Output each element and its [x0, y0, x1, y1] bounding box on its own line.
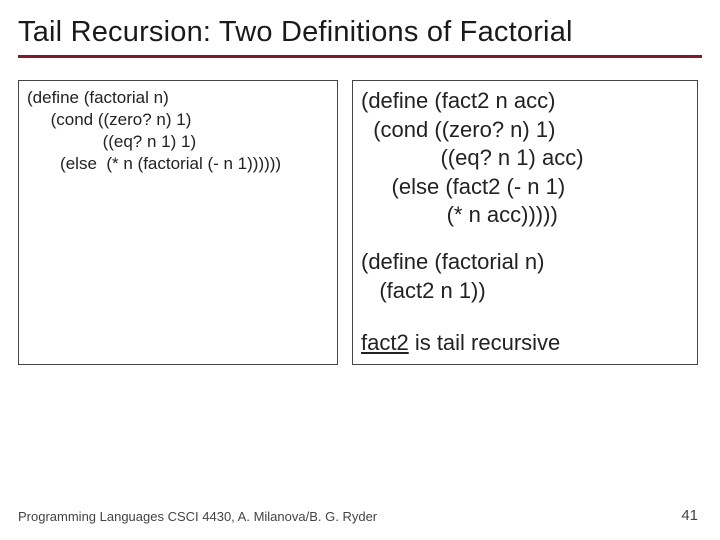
tail-note-underlined: fact2: [361, 330, 409, 355]
footer-page-number: 41: [681, 507, 698, 524]
right-code-fact2: (define (fact2 n acc) (cond ((zero? n) 1…: [361, 87, 689, 230]
left-code-box: (define (factorial n) (cond ((zero? n) 1…: [18, 80, 338, 365]
footer-course: Programming Languages CSCI 4430, A. Mila…: [18, 509, 377, 524]
slide-title: Tail Recursion: Two Definitions of Facto…: [18, 10, 702, 58]
slide: Tail Recursion: Two Definitions of Facto…: [0, 0, 720, 540]
tail-note: fact2 is tail recursive: [361, 329, 689, 358]
tail-note-rest: is tail recursive: [409, 330, 561, 355]
right-code-box: (define (fact2 n acc) (cond ((zero? n) 1…: [352, 80, 698, 365]
columns: (define (factorial n) (cond ((zero? n) 1…: [18, 80, 702, 365]
left-code: (define (factorial n) (cond ((zero? n) 1…: [27, 87, 329, 175]
right-code-factorial: (define (factorial n) (fact2 n 1)): [361, 248, 689, 305]
spacer: [361, 309, 689, 323]
spacer: [361, 234, 689, 248]
